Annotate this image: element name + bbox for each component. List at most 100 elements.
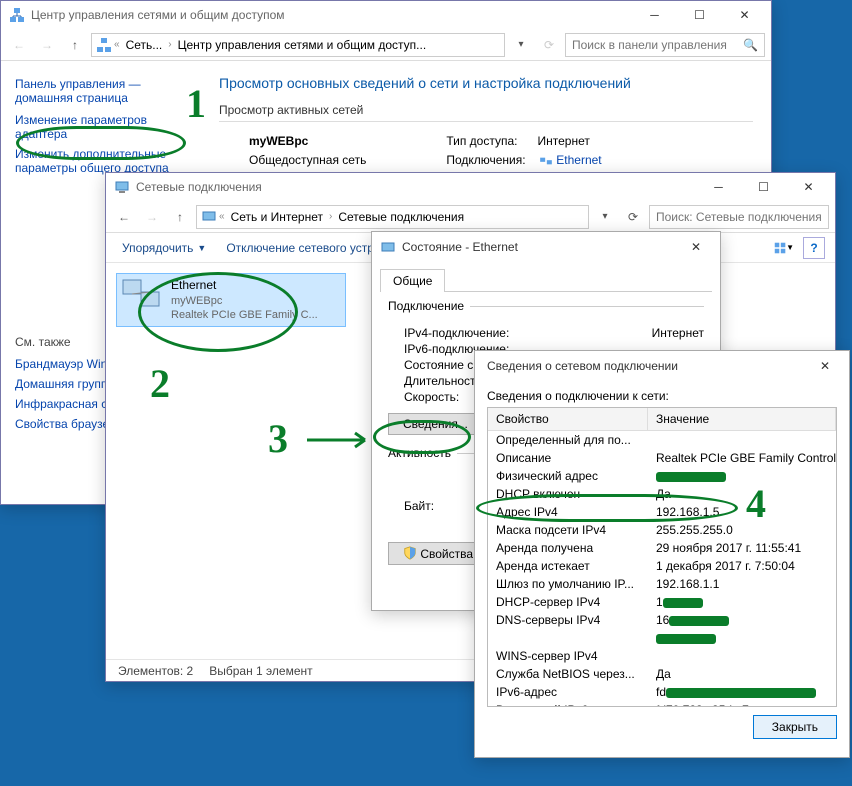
crumb-center[interactable]: Центр управления сетями и общим доступ..…: [174, 36, 431, 54]
network-icon: [96, 37, 112, 53]
breadcrumb[interactable]: « Сеть и Интернет › Сетевые подключения: [196, 205, 589, 229]
help-button[interactable]: ?: [803, 237, 825, 259]
grid-row[interactable]: Шлюз по умолчанию IP...192.168.1.1: [488, 575, 836, 593]
prop-value: 29 ноября 2017 г. 11:55:41: [648, 540, 836, 556]
grid-row[interactable]: IPv6-адресfd: [488, 683, 836, 701]
minimize-button[interactable]: ─: [696, 173, 741, 201]
search-box[interactable]: [649, 205, 829, 229]
grid-row[interactable]: DNS-серверы IPv416: [488, 611, 836, 629]
bytes-label: Байт:: [404, 499, 434, 513]
crumb-connections[interactable]: Сетевые подключения: [334, 208, 468, 226]
prop-value: [648, 630, 836, 646]
back-button[interactable]: ←: [112, 205, 136, 229]
grid-row[interactable]: [488, 629, 836, 647]
header-property[interactable]: Свойство: [488, 408, 648, 430]
breadcrumb[interactable]: « Сеть... › Центр управления сетями и об…: [91, 33, 505, 57]
prop-name: Физический адрес: [488, 468, 648, 484]
forward-button[interactable]: →: [140, 205, 164, 229]
close-button[interactable]: ✕: [676, 233, 716, 261]
connections-label: Подключения:: [446, 153, 525, 167]
selection-status: Выбран 1 элемент: [209, 664, 312, 678]
chevron-down-icon: ▼: [197, 243, 206, 253]
prop-value: [648, 648, 836, 664]
details-label: Сведения о подключении к сети:: [487, 389, 837, 403]
refresh-button[interactable]: ⟳: [621, 205, 645, 229]
tab-general[interactable]: Общие: [380, 269, 445, 292]
organize-menu[interactable]: Упорядочить ▼: [116, 239, 212, 257]
back-button[interactable]: ←: [7, 33, 31, 57]
grid-row[interactable]: WINS-сервер IPv4: [488, 647, 836, 665]
maximize-button[interactable]: ☐: [741, 173, 786, 201]
crumb-network-internet[interactable]: Сеть и Интернет: [227, 208, 327, 226]
prop-name: IPv6-адрес: [488, 684, 648, 700]
grid-row[interactable]: Служба NetBIOS через...Да: [488, 665, 836, 683]
adapter-network: myWEBpc: [171, 294, 318, 308]
history-button[interactable]: ▾: [593, 205, 617, 229]
maximize-button[interactable]: ☐: [677, 1, 722, 29]
prop-value: [648, 432, 836, 448]
grid-row[interactable]: ОписаниеRealtek PCIe GBE Family Controll…: [488, 449, 836, 467]
dialog-title: Сведения о сетевом подключении: [479, 359, 805, 373]
prop-value: Да: [648, 666, 836, 682]
address-bar: ← → ↑ « Сеть и Интернет › Сетевые подклю…: [106, 201, 835, 233]
sidebar-link-adapter-settings[interactable]: Изменение параметров адаптера: [15, 113, 187, 141]
titlebar: Сетевые подключения ─ ☐ ✕: [106, 173, 835, 201]
adapter-device: Realtek PCIe GBE Family C...: [171, 308, 318, 322]
forward-button[interactable]: →: [35, 33, 59, 57]
grid-header: Свойство Значение: [488, 408, 836, 431]
ethernet-adapter[interactable]: Ethernet myWEBpc Realtek PCIe GBE Family…: [116, 273, 346, 327]
grid-row[interactable]: Физический адрес: [488, 467, 836, 485]
history-button[interactable]: ▾: [509, 33, 533, 57]
sidebar-link-home[interactable]: Панель управления — домашняя страница: [15, 77, 187, 105]
up-button[interactable]: ↑: [168, 205, 192, 229]
prop-value: fd: [648, 684, 836, 700]
page-heading: Просмотр основных сведений о сети и наст…: [219, 75, 753, 91]
prop-value: 255.255.255.0: [648, 522, 836, 538]
sidebar-link-sharing[interactable]: Изменить дополнительные параметры общего…: [15, 147, 187, 175]
chevron-icon: «: [219, 211, 225, 222]
up-button[interactable]: ↑: [63, 33, 87, 57]
prop-name: DHCP включен: [488, 486, 648, 502]
grid-row[interactable]: Маска подсети IPv4255.255.255.0: [488, 521, 836, 539]
grid-row[interactable]: DHCP-сервер IPv41: [488, 593, 836, 611]
close-button[interactable]: ✕: [786, 173, 831, 201]
grid-row[interactable]: Определенный для по...: [488, 431, 836, 449]
prop-value: 1 декабря 2017 г. 7:50:04: [648, 558, 836, 574]
chevron-icon: ›: [329, 211, 332, 222]
close-button[interactable]: ✕: [805, 352, 845, 380]
tab-bar: Общие: [380, 268, 712, 292]
header-value[interactable]: Значение: [648, 408, 836, 430]
connections-icon: [201, 209, 217, 225]
ipv4-label: IPv4-подключение:: [404, 326, 509, 340]
item-count: 2: [187, 664, 194, 678]
search-input[interactable]: [656, 210, 822, 224]
minimize-button[interactable]: ─: [632, 1, 677, 29]
ethernet-icon: [539, 156, 553, 166]
window-title: Сетевые подключения: [136, 180, 696, 194]
chevron-icon: ›: [168, 39, 171, 50]
grid-row[interactable]: DHCP включенДа: [488, 485, 836, 503]
access-value: Интернет: [538, 134, 590, 148]
search-icon: 🔍: [743, 38, 758, 52]
details-grid[interactable]: Свойство Значение Определенный для по...…: [487, 407, 837, 707]
grid-row[interactable]: Адрес IPv4192.168.1.5: [488, 503, 836, 521]
prop-value: [648, 468, 836, 484]
refresh-button[interactable]: ⟳: [537, 33, 561, 57]
prop-name: WINS-сервер IPv4: [488, 648, 648, 664]
shield-icon: [403, 546, 417, 560]
search-box[interactable]: 🔍: [565, 33, 765, 57]
view-icons-button[interactable]: ▼: [773, 237, 795, 259]
prop-name: Шлюз по умолчанию IP...: [488, 576, 648, 592]
close-details-button[interactable]: Закрыть: [753, 715, 837, 739]
grid-row[interactable]: Аренда истекает1 декабря 2017 г. 7:50:04: [488, 557, 836, 575]
close-button[interactable]: ✕: [722, 1, 767, 29]
search-input[interactable]: [572, 38, 743, 52]
prop-name: [488, 630, 648, 646]
grid-row[interactable]: Аренда получена29 ноября 2017 г. 11:55:4…: [488, 539, 836, 557]
connections-icon: [114, 179, 130, 195]
crumb-network[interactable]: Сеть...: [122, 36, 167, 54]
view-icon: [774, 240, 786, 256]
connection-link[interactable]: Ethernet: [556, 153, 601, 167]
details-button[interactable]: Сведения...: [388, 413, 483, 435]
prop-value: Realtek PCIe GBE Family Controller: [648, 450, 836, 466]
